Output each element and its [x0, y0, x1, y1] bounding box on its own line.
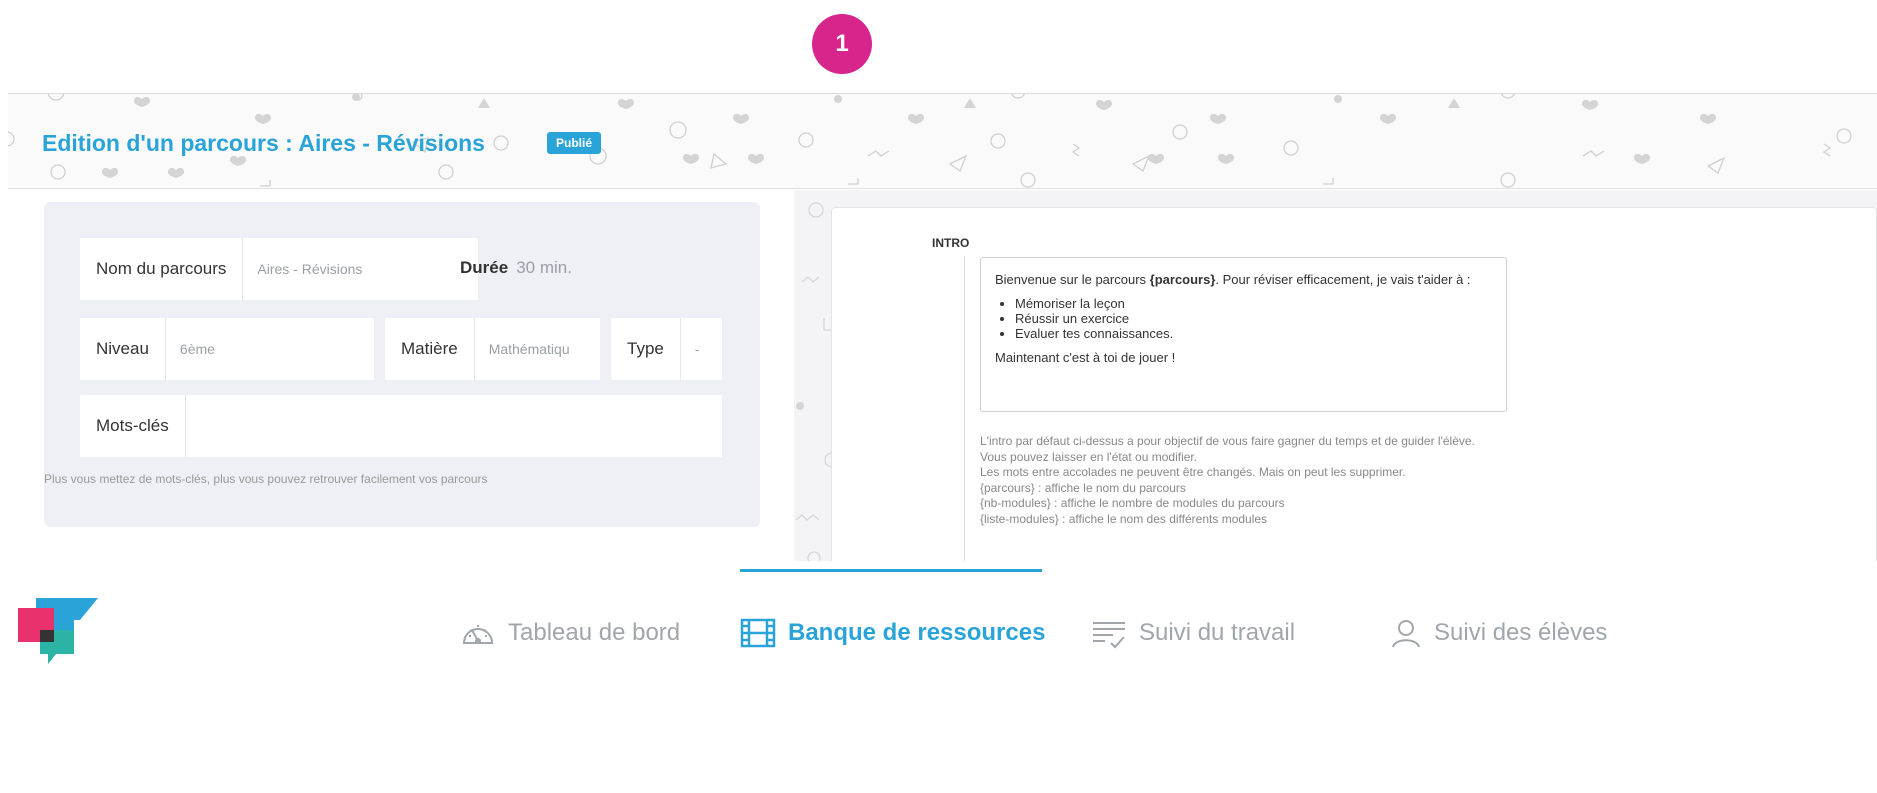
intro-bullet-list: Mémoriser la leçon Réussir un exercice E… [1015, 296, 1492, 341]
subject-label: Matière [401, 339, 458, 358]
intro-closing-text: Maintenant c'est à toi de jouer ! [995, 350, 1176, 365]
nav-label: Suivi du travail [1139, 619, 1296, 646]
gauge-icon [462, 625, 494, 644]
list-item: Mémoriser la leçon [1015, 296, 1492, 311]
help-line: Vous pouvez laisser en l'état ou modifie… [980, 449, 1198, 464]
help-line: L'intro par défaut ci-dessus a pour obje… [980, 434, 1475, 448]
nav-label: Suivi des élèves [1434, 619, 1608, 646]
type-field[interactable]: Type - [611, 318, 722, 380]
nav-suivi-des-eleves[interactable]: Suivi des élèves [1390, 613, 1607, 653]
app-logo [18, 598, 98, 664]
nav-suivi-du-travail[interactable]: Suivi du travail [1091, 613, 1295, 653]
type-label: Type [627, 339, 664, 358]
app-frame: Edition d'un parcours : Aires - Révision… [8, 93, 1877, 561]
page-title: Edition d'un parcours : Aires - Révision… [42, 130, 485, 156]
help-line: Les mots entre accolades ne peuvent être… [980, 465, 1406, 479]
field-divider [184, 395, 186, 457]
status-badge: Publié [547, 132, 602, 154]
keywords-field[interactable]: Mots-clés [80, 395, 722, 457]
course-name-field[interactable]: Nom du parcours Aires - Révisions [80, 238, 478, 300]
duration-label: Durée [460, 258, 509, 277]
course-name-input[interactable]: Aires - Révisions [243, 261, 376, 277]
subject-field[interactable]: Matière Mathématiqu [385, 318, 600, 380]
nav-tableau-de-bord[interactable]: Tableau de bord [460, 613, 680, 653]
keywords-label: Mots-clés [96, 416, 169, 435]
active-tab-indicator [740, 569, 1042, 572]
intro-welcome-text: Bienvenue sur le parcours {parcours}. Po… [995, 272, 1471, 287]
intro-heading: INTRO [932, 236, 970, 250]
duration-value: 30 min. [516, 258, 572, 277]
nav-label: Tableau de bord [508, 619, 681, 646]
intro-editor-card: INTRO Bienvenue sur le parcours {parcour… [831, 207, 1877, 561]
nav-label: Banque de ressources [788, 619, 1046, 646]
level-select[interactable]: 6ème [166, 341, 229, 357]
bottom-navigation [0, 561, 1877, 793]
page: 1 Edition d'un parcours: Aires - Révisi… [0, 0, 1877, 793]
list-item: Evaluer tes connaissances. [1015, 326, 1492, 341]
header-band: Edition d'un parcours : Aires - Révision… [8, 94, 1877, 189]
level-field[interactable]: Niveau 6ème [80, 318, 374, 380]
list-item: Réussir un exercice [1015, 311, 1492, 326]
help-line: {nb-modules} : affiche le nombre de modu… [980, 496, 1285, 510]
help-line: {liste-modules} : affiche le nom des dif… [980, 511, 1268, 526]
intro-divider [964, 256, 965, 561]
film-icon [740, 618, 776, 648]
intro-help-text: L'intro par défaut ci-dessus a pour obje… [980, 434, 1520, 527]
step-number-badge: 1 [812, 14, 872, 74]
nav-banque-de-ressources[interactable]: Banque de ressources [740, 613, 1045, 653]
level-label: Niveau [96, 339, 149, 358]
intro-text-editor[interactable]: Bienvenue sur le parcours {parcours}. Po… [980, 257, 1507, 412]
subject-select[interactable]: Mathématiqu [475, 341, 575, 357]
user-icon [1392, 620, 1420, 648]
keywords-hint: Plus vous mettez de mots-clés, plus vous… [44, 472, 488, 486]
course-name-label: Nom du parcours [96, 259, 227, 278]
list-check-icon [1093, 622, 1125, 649]
duration-display: Durée 30 min. [460, 258, 572, 278]
type-select[interactable]: - [681, 341, 714, 357]
help-line: {parcours} : affiche le nom du parcours [980, 480, 1186, 495]
